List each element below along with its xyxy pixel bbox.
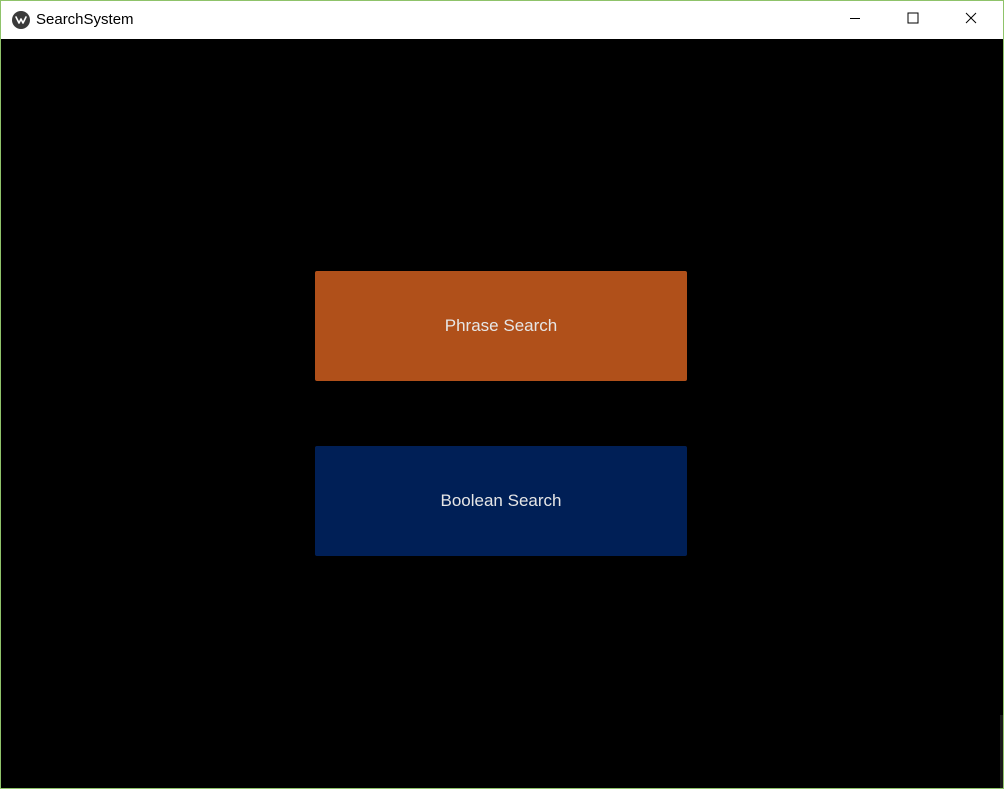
phrase-search-label: Phrase Search [444, 316, 558, 335]
title-bar[interactable]: SearchSystem [1, 1, 1003, 39]
boolean-search-label: Boolean Search [440, 491, 562, 510]
close-button[interactable] [942, 1, 1000, 39]
minimize-icon [849, 11, 861, 29]
close-icon [965, 11, 977, 29]
kivy-logo-icon [12, 11, 30, 29]
maximize-icon [907, 11, 919, 29]
boolean-search-button[interactable]: Boolean Search [315, 446, 687, 556]
main-content: Phrase Search Boolean Search [1, 39, 1003, 788]
app-window: SearchSystem Phrase Search Boolean Searc… [0, 0, 1004, 789]
window-title: SearchSystem [36, 11, 134, 28]
maximize-button[interactable] [884, 1, 942, 39]
window-edge-divider [1000, 715, 1003, 788]
minimize-button[interactable] [826, 1, 884, 39]
phrase-search-button[interactable]: Phrase Search [315, 271, 687, 381]
